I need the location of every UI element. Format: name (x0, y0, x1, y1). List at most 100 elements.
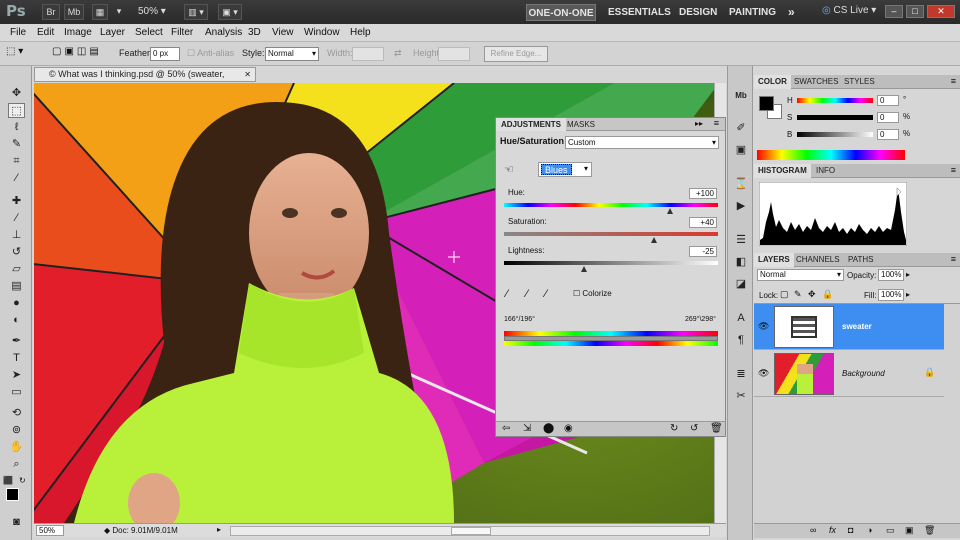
brush-preset-icon[interactable]: ✐ (732, 120, 750, 136)
path-selection-tool-icon[interactable]: ➤ (8, 368, 25, 383)
expand-view-icon[interactable]: ⇲ (523, 423, 531, 434)
swap-colors-icon[interactable]: ↻ (19, 476, 26, 485)
character-icon[interactable]: A (732, 310, 750, 326)
lock-position-icon[interactable]: ✥ (808, 289, 816, 300)
saturation-slider[interactable] (504, 232, 718, 236)
selection-mode-icons[interactable]: ▢▣◫▤ (52, 46, 108, 62)
menu-layer[interactable]: Layer (100, 27, 125, 38)
menu-edit[interactable]: Edit (37, 27, 54, 38)
arrange-documents-button[interactable]: ▥ ▾ (184, 4, 208, 20)
tool-preset-picker[interactable]: ⬚ ▾ (6, 46, 36, 62)
blend-mode-select[interactable]: Normal ▾ (757, 269, 844, 281)
clip-to-layer-icon[interactable]: ⬤ (543, 423, 554, 434)
paragraph-icon[interactable]: ¶ (732, 332, 750, 348)
notes-icon[interactable]: ≣ (732, 366, 750, 382)
menu-help[interactable]: Help (350, 27, 371, 38)
panel-menu-icon[interactable]: ≡ (951, 76, 956, 86)
menu-file[interactable]: File (10, 27, 26, 38)
close-button[interactable]: ✕ (927, 5, 955, 18)
menu-view[interactable]: View (272, 27, 294, 38)
lightness-slider[interactable] (504, 261, 718, 265)
horizontal-scroll-thumb[interactable] (451, 527, 491, 535)
add-mask-icon[interactable]: ◘ (848, 525, 853, 535)
width-input[interactable] (352, 47, 384, 61)
color-spectrum-ramp[interactable] (757, 150, 905, 160)
actions-icon[interactable]: ▶ (732, 198, 750, 214)
color-foreground-swatch[interactable] (759, 96, 774, 111)
antialias-checkbox[interactable]: ☐ Anti-alias (187, 48, 234, 59)
default-colors-icon[interactable]: ⬛ (3, 476, 13, 485)
healing-brush-tool-icon[interactable]: ✚ (8, 194, 25, 209)
masks-icon[interactable]: ◧ (732, 254, 750, 270)
reset-icon[interactable]: ↺ (690, 423, 698, 434)
menu-image[interactable]: Image (64, 27, 92, 38)
lock-image-icon[interactable]: ✎ (794, 289, 802, 300)
blur-tool-icon[interactable]: ● (8, 296, 25, 311)
colorize-checkbox[interactable]: ☐ Colorize (573, 289, 612, 298)
layer-row-background[interactable]: 👁 Background 🔒 (754, 351, 944, 397)
document-tab[interactable]: © What was I thinking.psd @ 50% (sweater… (34, 67, 256, 92)
channel-select[interactable]: Blues ▾ (538, 162, 592, 177)
tab-color[interactable]: COLOR (754, 75, 791, 89)
tool-presets-icon[interactable]: ◪ (732, 276, 750, 292)
mini-bridge-icon[interactable]: Mb (732, 88, 750, 104)
minimize-button[interactable]: – (885, 5, 903, 18)
foreground-color-swatch[interactable] (6, 488, 19, 501)
tab-swatches[interactable]: SWATCHES (790, 75, 842, 89)
tab-histogram[interactable]: HISTOGRAM (754, 164, 811, 178)
fill-slider-arrow-icon[interactable]: ▸ (906, 290, 910, 299)
zoom-tool-icon[interactable]: ⌕ (8, 457, 25, 472)
pen-tool-icon[interactable]: ✒ (8, 334, 25, 349)
tab-paths[interactable]: PATHS (844, 253, 877, 267)
workspace-one-on-one[interactable]: ONE-ON-ONE (526, 4, 596, 21)
hue-value-input[interactable]: +100 (689, 188, 717, 199)
crop-tool-icon[interactable]: ⌗ (8, 154, 25, 169)
panel-menu-icon[interactable]: ≡ (951, 165, 956, 175)
3d-rotate-tool-icon[interactable]: ⟲ (8, 406, 25, 421)
hue-slider[interactable] (504, 203, 718, 207)
tab-info[interactable]: INFO (812, 164, 839, 178)
hue-color-slider[interactable] (797, 98, 873, 103)
horizontal-scrollbar[interactable] (230, 526, 710, 536)
h-value-input[interactable]: 0 (877, 95, 899, 106)
menu-3d[interactable]: 3D (248, 27, 261, 38)
layer-row-sweater[interactable]: 👁 sweater (754, 304, 944, 350)
menu-window[interactable]: Window (304, 27, 340, 38)
eyedropper-plus-icon[interactable]: ⁄ (526, 288, 528, 300)
history-brush-tool-icon[interactable]: ↺ (8, 245, 25, 260)
history-icon[interactable]: ⌛ (732, 176, 750, 192)
opacity-input[interactable]: 100% (878, 269, 904, 281)
zoom-level-select[interactable]: 50% ▾ (138, 6, 166, 17)
clone-stamp-tool-icon[interactable]: ⊥ (8, 228, 25, 243)
visibility-icon[interactable]: ◉ (564, 423, 573, 434)
b-value-input[interactable]: 0 (877, 129, 899, 140)
menu-filter[interactable]: Filter (171, 27, 193, 38)
lightness-value-input[interactable]: -25 (689, 246, 717, 257)
quick-mask-icon[interactable]: ◙ (8, 515, 25, 530)
tab-channels[interactable]: CHANNELS (792, 253, 844, 267)
saturation-value-input[interactable]: +40 (689, 217, 717, 228)
new-group-icon[interactable]: ▭ (886, 525, 895, 536)
menu-analysis[interactable]: Analysis (205, 27, 242, 38)
close-document-icon[interactable]: ✕ (244, 68, 251, 81)
view-extras-button[interactable]: ▦ (92, 4, 108, 20)
delete-layer-icon[interactable]: 🗑 (924, 525, 935, 536)
s-value-input[interactable]: 0 (877, 112, 899, 123)
3d-orbit-tool-icon[interactable]: ⊚ (8, 423, 25, 438)
eyedropper-icon[interactable]: ⁄ (506, 288, 508, 300)
maximize-button[interactable]: □ (906, 5, 924, 18)
panel-menu-icon[interactable]: ≡ (951, 254, 956, 264)
visibility-eye-icon[interactable]: 👁 (758, 368, 769, 379)
visibility-eye-icon[interactable]: 👁 (758, 321, 769, 332)
preset-select[interactable]: Custom ▾ (565, 136, 719, 149)
clone-source-icon[interactable]: ▣ (732, 142, 750, 158)
link-layers-icon[interactable]: ∞ (810, 525, 816, 535)
adjustments-icon[interactable]: ☰ (732, 232, 750, 248)
workspace-essentials[interactable]: ESSENTIALS (608, 4, 671, 21)
tab-adjustments[interactable]: ADJUSTMENTS (496, 118, 567, 131)
new-layer-icon[interactable]: ▣ (905, 525, 914, 536)
panel-menu-icon[interactable]: ≡ (714, 118, 719, 128)
tab-masks[interactable]: MASKS (562, 118, 600, 131)
refine-edge-button[interactable]: Refine Edge... (484, 46, 548, 62)
menu-select[interactable]: Select (135, 27, 163, 38)
